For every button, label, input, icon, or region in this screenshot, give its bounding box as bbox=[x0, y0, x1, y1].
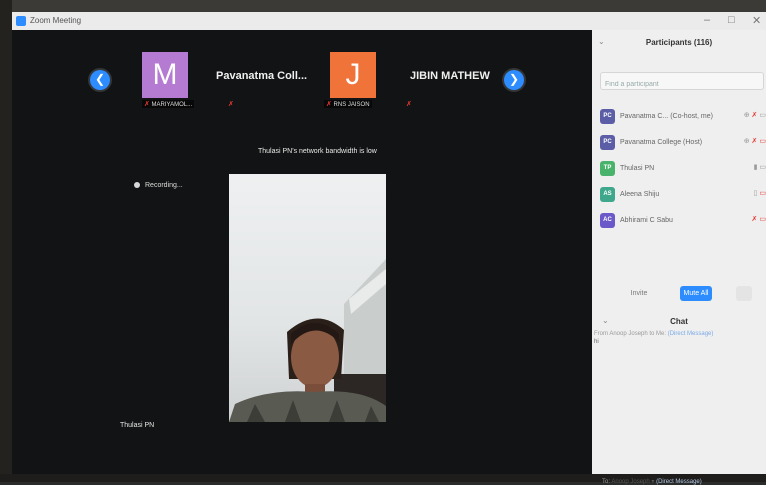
active-speaker-name: Thulasi PN bbox=[120, 422, 155, 429]
muted-mic-icon: ✗ bbox=[144, 101, 150, 108]
gallery-tile-jibin[interactable]: JIBIN MATHEW ✗ bbox=[406, 52, 510, 108]
title-bar: Zoom Meeting – □ ✕ bbox=[12, 12, 766, 30]
monitor-bezel-top bbox=[0, 0, 766, 12]
chevron-down-icon: ▾ bbox=[651, 479, 655, 485]
chat-recipient-select[interactable]: Anoop Joseph ▾ bbox=[611, 479, 654, 485]
maximize-icon[interactable]: □ bbox=[728, 14, 735, 26]
zoom-meeting-window: Zoom Meeting – □ ✕ ❮ M ✗ MARIYAMOL... Pa… bbox=[12, 12, 766, 485]
participant-avatar: AS bbox=[600, 187, 615, 202]
gallery-tile-jaison[interactable]: J ✗ RNS JAISON bbox=[324, 52, 390, 108]
video-area: ❮ M ✗ MARIYAMOL... Pavanatma Coll... ✗ J… bbox=[12, 30, 592, 474]
video-off-icon[interactable]: ▭ bbox=[759, 216, 766, 223]
participants-header: ⌄ Participants (116) bbox=[592, 30, 766, 56]
minimize-icon[interactable]: – bbox=[704, 14, 710, 26]
invite-button[interactable]: Invite bbox=[624, 286, 654, 301]
close-icon[interactable]: ✕ bbox=[752, 14, 761, 27]
muted-mic-icon: ✗ bbox=[406, 101, 412, 108]
video-off-icon[interactable]: ▭ bbox=[759, 112, 766, 119]
participants-title: Participants (116) bbox=[645, 38, 713, 47]
gallery-tile-pavanatma[interactable]: Pavanatma Coll... ✗ bbox=[216, 52, 316, 108]
participant-search bbox=[600, 72, 764, 92]
participant-avatar: PC bbox=[600, 135, 615, 150]
window-title: Zoom Meeting bbox=[30, 16, 82, 25]
speaker-video-frame bbox=[229, 259, 386, 422]
more-options-button[interactable] bbox=[736, 286, 752, 301]
participant-row[interactable]: AS Aleena Shiju ▯ ▭ bbox=[600, 186, 766, 204]
chat-message-text: hi bbox=[594, 339, 599, 345]
previous-page-icon[interactable]: ❮ bbox=[90, 70, 110, 90]
avatar: J bbox=[330, 52, 376, 98]
participant-row[interactable]: PC Pavanatma College (Host) ⊕ ✗ ▭ bbox=[600, 134, 766, 152]
tile-name-label: MARIYAMOL... bbox=[151, 102, 193, 108]
bandwidth-warning: Thulasi PN's network bandwidth is low bbox=[258, 148, 377, 155]
video-off-icon[interactable]: ▭ bbox=[759, 190, 766, 197]
participant-row[interactable]: TP Thulasi PN ▮ ▭ bbox=[600, 160, 766, 178]
avatar: M bbox=[142, 52, 188, 98]
muted-mic-icon: ✗ bbox=[326, 101, 332, 108]
participant-name: Thulasi PN bbox=[620, 165, 655, 172]
participant-avatar: TP bbox=[600, 161, 615, 176]
gallery-tile-mariyamol[interactable]: M ✗ MARIYAMOL... bbox=[142, 52, 202, 108]
video-icon[interactable]: ▭ bbox=[759, 164, 766, 171]
share-icon: ⊕ bbox=[743, 112, 750, 119]
participant-name: Pavanatma College (Host) bbox=[620, 139, 703, 146]
participant-row[interactable]: AC Abhirami C Sabu ✗ ▭ bbox=[600, 212, 766, 230]
participant-name: Aleena Shiju bbox=[620, 191, 660, 198]
tile-name-label: RNS JAISON bbox=[333, 102, 370, 108]
muted-mic-icon[interactable]: ✗ bbox=[752, 216, 758, 223]
share-icon: ⊕ bbox=[743, 138, 750, 145]
participant-search-input[interactable] bbox=[601, 77, 759, 92]
monitor-bezel-left bbox=[0, 0, 12, 482]
recording-label: Recording... bbox=[145, 182, 183, 189]
muted-mic-icon: ✗ bbox=[228, 101, 234, 108]
direct-message-tag: (Direct Message) bbox=[656, 479, 702, 485]
recording-indicator[interactable]: Recording... bbox=[134, 182, 183, 189]
participants-panel: ⌄ Participants (116) PC Pavanatma C... (… bbox=[592, 30, 766, 485]
participant-name: Abhirami C Sabu bbox=[620, 217, 673, 224]
participant-name: Pavanatma C... (Co-host, me) bbox=[620, 113, 713, 120]
next-page-icon[interactable]: ❯ bbox=[504, 70, 524, 90]
mic-icon[interactable]: ▮ bbox=[754, 164, 758, 171]
chat-title: Chat bbox=[670, 317, 688, 326]
chat-message: From Anoop Joseph to Me: (Direct Message… bbox=[594, 330, 754, 346]
participant-row[interactable]: PC Pavanatma C... (Co-host, me) ⊕ ✗ ▭ bbox=[600, 108, 766, 126]
zoom-app-icon bbox=[16, 16, 26, 26]
active-speaker-video bbox=[229, 174, 386, 422]
tile-name-label: JIBIN MATHEW bbox=[410, 70, 490, 82]
participant-avatar: PC bbox=[600, 109, 615, 124]
chat-header: ⌄ Chat bbox=[592, 312, 766, 332]
recording-dot-icon bbox=[134, 182, 140, 189]
mic-icon[interactable]: ▯ bbox=[754, 190, 758, 197]
mute-all-button[interactable]: Mute All bbox=[680, 286, 712, 301]
chat-to-label: To: bbox=[602, 479, 611, 485]
muted-mic-icon[interactable]: ✗ bbox=[752, 138, 758, 145]
muted-mic-icon[interactable]: ✗ bbox=[752, 112, 758, 119]
chat-message-sender: From Anoop Joseph to Me: bbox=[594, 331, 667, 337]
video-off-icon[interactable]: ▭ bbox=[759, 138, 766, 145]
tile-name-label: Pavanatma Coll... bbox=[216, 70, 308, 82]
chat-recipient-name: Anoop Joseph bbox=[611, 479, 650, 485]
participant-avatar: AC bbox=[600, 213, 615, 228]
direct-message-tag: (Direct Message) bbox=[667, 331, 714, 337]
